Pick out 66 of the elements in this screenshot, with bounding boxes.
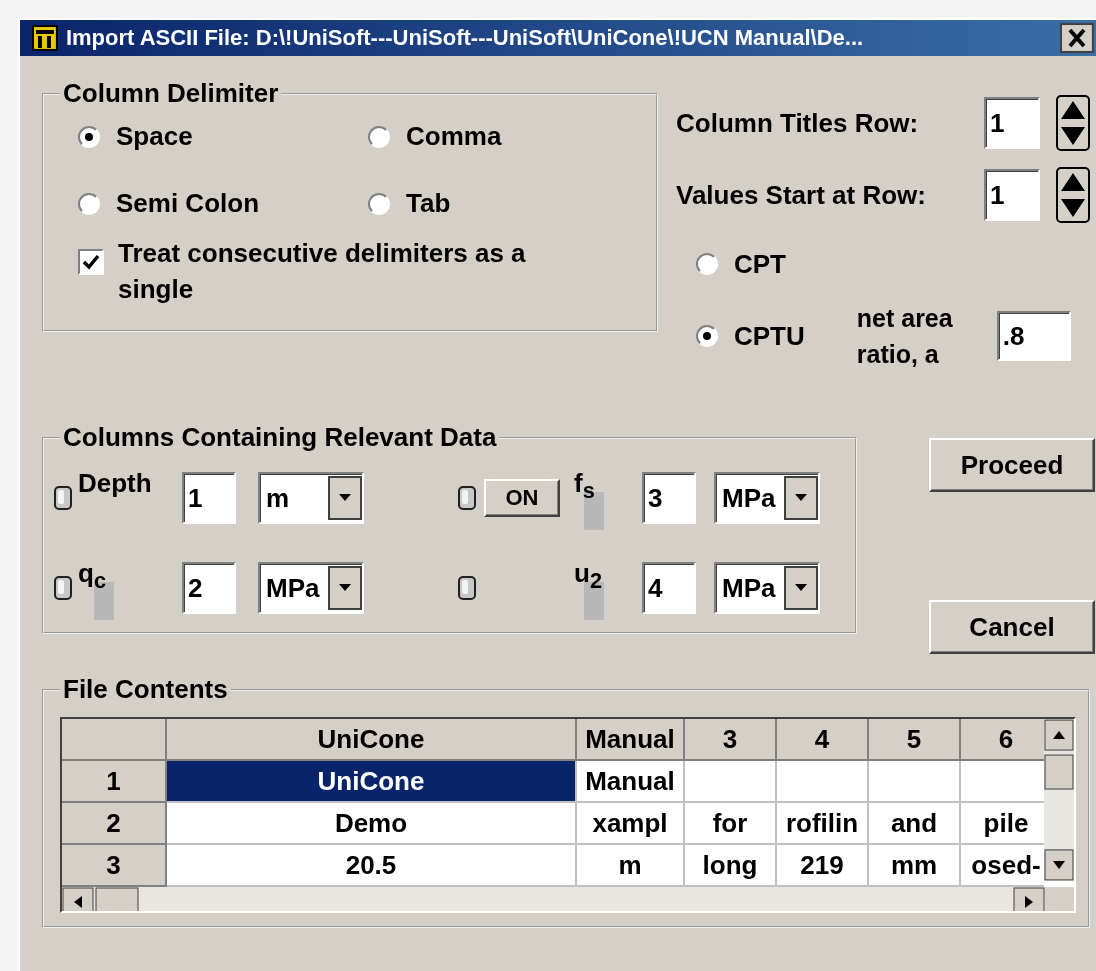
checkbox-label: Treat consecutive delimiters as a single: [118, 237, 527, 306]
row-number-field[interactable]: 1: [984, 97, 1040, 149]
table-cell: 20.5: [167, 845, 577, 887]
radio-button[interactable]: [78, 192, 100, 215]
column-header[interactable]: 3: [685, 719, 777, 761]
net-area-ratio-label: net area ratio, a: [856, 303, 954, 370]
close-icon[interactable]: [1060, 23, 1094, 53]
radio-button[interactable]: [696, 253, 718, 275]
radio-label: Tab: [406, 188, 451, 219]
window-title: Import ASCII File: D:\!UniSoft---UniSoft---UniSoft\UniCone\!UCN Manual\De...: [65, 25, 865, 51]
column-label: f$_{s}$: [574, 468, 595, 505]
column-label: q$_{c}$: [78, 558, 106, 595]
table-cell: long: [685, 845, 777, 887]
radio-button[interactable]: [368, 192, 390, 215]
row-number-field[interactable]: 1: [984, 169, 1040, 221]
spinner-icon[interactable]: [1056, 167, 1090, 223]
column-header[interactable]: 5: [869, 719, 961, 761]
table-cell: xampl: [577, 803, 685, 845]
column-number-field[interactable]: 4: [642, 562, 696, 614]
toggle-indicator[interactable]: [54, 576, 72, 600]
group-title: File Contents: [62, 674, 229, 705]
proceed-button[interactable]: Proceed: [929, 438, 1095, 492]
table-cell: 219: [777, 845, 869, 887]
radio-button[interactable]: [696, 325, 718, 347]
table-cell: Manual: [577, 761, 685, 803]
toggle-indicator[interactable]: [458, 486, 476, 510]
group-title: Columns Containing Relevant Data: [62, 422, 498, 453]
column-label: Depth: [78, 468, 152, 499]
horizontal-scrollbar[interactable]: [62, 887, 1074, 911]
table-cell: mm: [869, 845, 961, 887]
table-cell: rofilin: [777, 803, 869, 845]
row-header[interactable]: 2: [62, 803, 167, 845]
app-icon: [32, 25, 58, 51]
checkbox[interactable]: [78, 249, 104, 275]
net-area-ratio-field[interactable]: .8: [996, 311, 1071, 361]
column-header[interactable]: UniCone: [167, 719, 577, 761]
table-cell: Demo: [167, 803, 577, 845]
toggle-indicator[interactable]: [458, 576, 476, 600]
row-header[interactable]: 1: [62, 761, 167, 803]
table-cell: m: [577, 845, 685, 887]
radio-label: Semi Colon: [116, 188, 259, 219]
column-label: u$_{2}$: [574, 558, 602, 595]
radio-label: CPTU: [734, 320, 805, 352]
table-cell: and: [869, 803, 961, 845]
column-header[interactable]: 4: [777, 719, 869, 761]
column-number-field[interactable]: 2: [182, 562, 236, 614]
group-title: Column Delimiter: [62, 78, 280, 109]
radio-label: CPT: [734, 248, 786, 280]
column-number-field[interactable]: 3: [642, 472, 696, 524]
radio-label: Comma: [406, 121, 502, 152]
column-header[interactable]: Manual: [577, 719, 685, 761]
on-button[interactable]: ON: [484, 479, 560, 517]
unit-dropdown-value[interactable]: m: [266, 482, 290, 514]
spinner-icon[interactable]: [1056, 95, 1090, 151]
toggle-indicator[interactable]: [54, 486, 72, 510]
radio-label: Space: [116, 121, 193, 152]
field-label: Column Titles Row:: [676, 107, 920, 139]
column-number-field[interactable]: 1: [182, 472, 236, 524]
column-header[interactable]: 6: [961, 719, 1045, 761]
vertical-scrollbar[interactable]: [1044, 719, 1074, 881]
table-cell: UniCone: [167, 761, 577, 803]
cancel-button[interactable]: Cancel: [929, 600, 1095, 654]
field-label: Values Start at Row:: [676, 179, 927, 211]
radio-button[interactable]: [78, 125, 100, 148]
radio-button[interactable]: [368, 125, 390, 148]
table-cell: for: [685, 803, 777, 845]
